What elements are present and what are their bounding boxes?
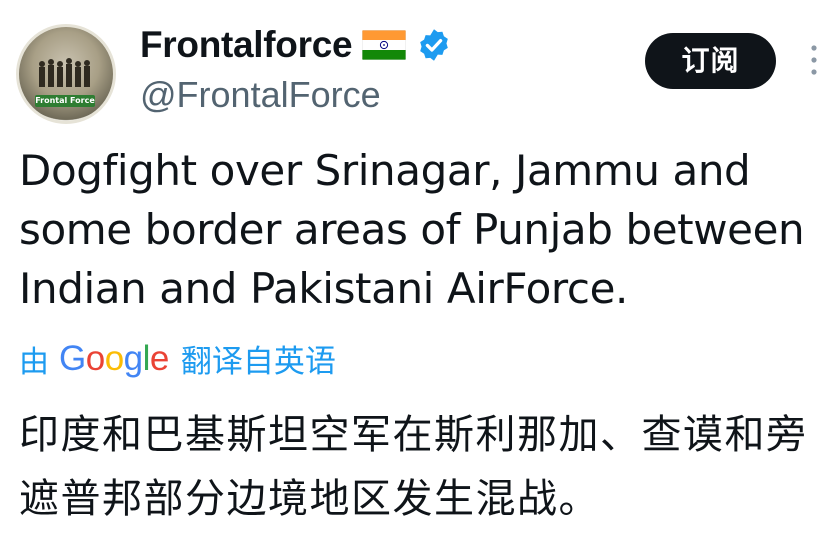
- subscribe-button[interactable]: 订阅: [645, 33, 776, 89]
- translation-attribution[interactable]: 由 Google 翻译自英语: [19, 336, 336, 381]
- author-name-row: Frontalforce: [140, 24, 452, 66]
- verified-badge-icon[interactable]: [416, 27, 452, 63]
- translation-source-label[interactable]: 翻译自英语: [181, 336, 336, 381]
- avatar-soldiers-graphic: [39, 58, 90, 87]
- tweet-text: Dogfight over Srinagar, Jammu and some b…: [19, 146, 805, 313]
- translated-tweet-text: 印度和巴基斯坦空军在斯利那加、查谟和旁遮普邦部分边境地区发生混战。: [19, 412, 808, 522]
- avatar-logo-text: Frontal Force: [35, 95, 95, 107]
- more-vertical-icon[interactable]: [804, 40, 824, 80]
- author-handle[interactable]: @FrontalForce: [140, 74, 381, 116]
- google-logo: Google: [59, 338, 169, 378]
- author-avatar[interactable]: Frontal Force: [16, 24, 116, 124]
- india-flag-icon: [362, 30, 407, 60]
- translation-by-label: 由: [19, 344, 49, 380]
- author-display-name[interactable]: Frontalforce: [140, 24, 353, 66]
